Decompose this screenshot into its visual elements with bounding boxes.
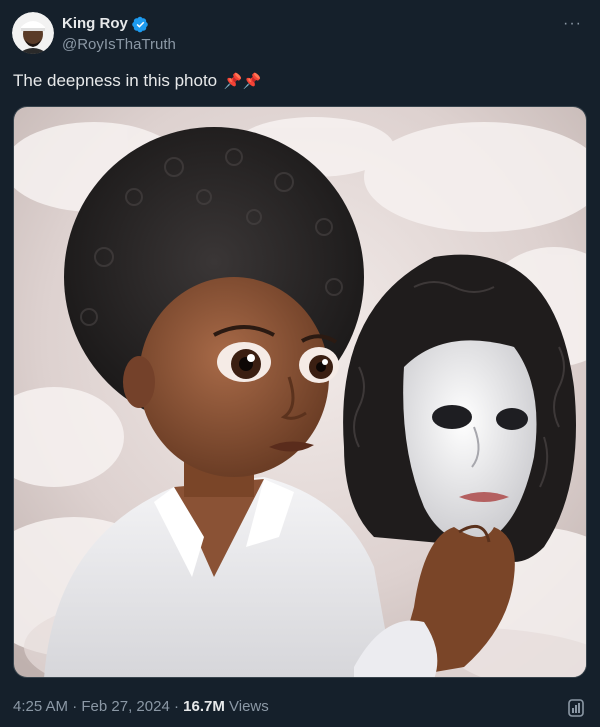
avatar[interactable]	[12, 12, 54, 54]
pin-emoji: 📌📌	[223, 73, 262, 90]
photo	[14, 107, 586, 677]
tweet-card: King Roy @RoyIsThaTruth ··· The deepness…	[0, 0, 600, 727]
verified-badge-icon	[132, 16, 149, 33]
tweet-photo[interactable]	[13, 106, 587, 678]
views-count: 16.7M	[183, 698, 225, 715]
more-options-icon[interactable]: ···	[563, 16, 582, 32]
meta-separator: ·	[68, 698, 82, 715]
tweet-header: King Roy @RoyIsThaTruth ···	[12, 12, 588, 60]
author-handle[interactable]: @RoyIsThaTruth	[62, 35, 176, 55]
tweet-time[interactable]: 4:25 AM	[13, 698, 68, 715]
tweet-date[interactable]: Feb 27, 2024	[81, 698, 169, 715]
view-analytics-icon[interactable]	[566, 697, 586, 719]
author-names: King Roy @RoyIsThaTruth	[62, 14, 176, 55]
views-label: Views	[224, 698, 269, 715]
display-name[interactable]: King Roy	[62, 14, 128, 34]
meta-separator-2: ·	[169, 698, 184, 715]
tweet-meta: 4:25 AM · Feb 27, 2024 · 16.7M Views	[13, 697, 269, 717]
tweet-text: The deepness in this photo 📌📌	[13, 70, 261, 93]
tweet-body: The deepness in this photo	[13, 71, 218, 90]
display-name-row: King Roy	[62, 14, 176, 34]
